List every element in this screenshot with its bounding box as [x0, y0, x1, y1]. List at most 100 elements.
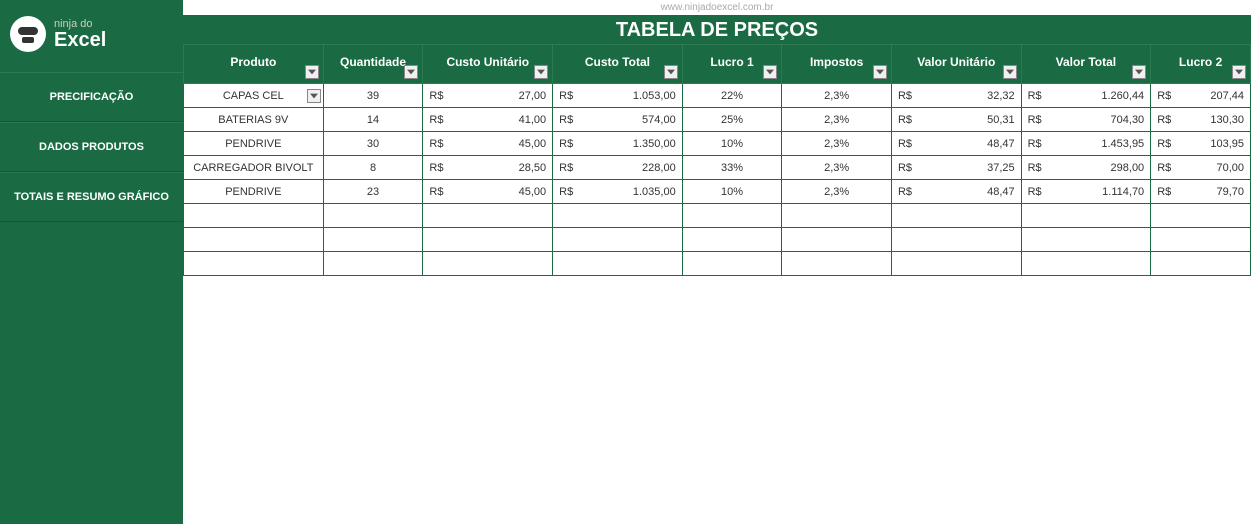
cell-lucro2[interactable]: R$207,44	[1151, 84, 1251, 108]
empty-cell[interactable]	[682, 252, 782, 276]
empty-cell[interactable]	[323, 228, 423, 252]
cell-custo-total[interactable]: R$574,00	[553, 108, 683, 132]
filter-dropdown-icon[interactable]	[1232, 65, 1246, 79]
column-header: Quantidade	[323, 45, 423, 84]
cell-custo-unitario[interactable]: R$41,00	[423, 108, 553, 132]
filter-dropdown-icon[interactable]	[664, 65, 678, 79]
cell-impostos[interactable]: 2,3%	[782, 108, 892, 132]
empty-cell[interactable]	[553, 252, 683, 276]
cell-produto[interactable]: PENDRIVE	[184, 180, 324, 204]
empty-cell[interactable]	[1151, 204, 1251, 228]
empty-cell[interactable]	[553, 228, 683, 252]
cell-produto[interactable]: BATERIAS 9V	[184, 108, 324, 132]
cell-lucro2[interactable]: R$79,70	[1151, 180, 1251, 204]
cell-lucro1[interactable]: 10%	[682, 180, 782, 204]
cell-custo-total[interactable]: R$228,00	[553, 156, 683, 180]
cell-custo-total[interactable]: R$1.350,00	[553, 132, 683, 156]
filter-dropdown-icon[interactable]	[763, 65, 777, 79]
cell-quantidade[interactable]: 23	[323, 180, 423, 204]
cell-produto[interactable]: CARREGADOR BIVOLT	[184, 156, 324, 180]
empty-cell[interactable]	[682, 228, 782, 252]
empty-cell[interactable]	[184, 228, 324, 252]
empty-cell[interactable]	[891, 228, 1021, 252]
cell-custo-total[interactable]: R$1.035,00	[553, 180, 683, 204]
cell-quantidade[interactable]: 14	[323, 108, 423, 132]
cell-custo-unitario[interactable]: R$28,50	[423, 156, 553, 180]
cell-lucro2[interactable]: R$70,00	[1151, 156, 1251, 180]
cell-quantidade[interactable]: 8	[323, 156, 423, 180]
nav-precificacao[interactable]: PRECIFICAÇÃO	[0, 72, 183, 122]
filter-dropdown-icon[interactable]	[534, 65, 548, 79]
cell-produto[interactable]: PENDRIVE	[184, 132, 324, 156]
cell-valor-total[interactable]: R$704,30	[1021, 108, 1151, 132]
empty-cell[interactable]	[184, 252, 324, 276]
empty-cell[interactable]	[891, 204, 1021, 228]
currency-value: R$298,00	[1028, 162, 1145, 174]
currency-value: R$48,47	[898, 138, 1015, 150]
empty-cell[interactable]	[1151, 252, 1251, 276]
empty-cell[interactable]	[423, 204, 553, 228]
currency-value: R$1.260,44	[1028, 90, 1145, 102]
cell-impostos[interactable]: 2,3%	[782, 180, 892, 204]
table-row-empty	[184, 204, 1251, 228]
cell-custo-unitario[interactable]: R$45,00	[423, 132, 553, 156]
brand-top: ninja do	[54, 19, 106, 30]
empty-cell[interactable]	[423, 252, 553, 276]
filter-dropdown-icon[interactable]	[873, 65, 887, 79]
cell-valor-total[interactable]: R$1.114,70	[1021, 180, 1151, 204]
column-header: Custo Unitário	[423, 45, 553, 84]
cell-lucro2[interactable]: R$103,95	[1151, 132, 1251, 156]
empty-cell[interactable]	[782, 204, 892, 228]
cell-valor-total[interactable]: R$1.260,44	[1021, 84, 1151, 108]
cell-impostos[interactable]: 2,3%	[782, 84, 892, 108]
cell-custo-unitario[interactable]: R$27,00	[423, 84, 553, 108]
cell-lucro1[interactable]: 25%	[682, 108, 782, 132]
filter-dropdown-icon[interactable]	[1003, 65, 1017, 79]
cell-valor-unitario[interactable]: R$32,32	[891, 84, 1021, 108]
cell-custo-total[interactable]: R$1.053,00	[553, 84, 683, 108]
cell-lucro2[interactable]: R$130,30	[1151, 108, 1251, 132]
cell-dropdown-icon[interactable]	[307, 89, 321, 103]
currency-value: R$228,00	[559, 162, 676, 174]
header-label: Valor Total	[1056, 55, 1116, 69]
cell-valor-unitario[interactable]: R$37,25	[891, 156, 1021, 180]
cell-valor-unitario[interactable]: R$48,47	[891, 132, 1021, 156]
nav-totais-resumo[interactable]: TOTAIS E RESUMO GRÁFICO	[0, 172, 183, 222]
cell-valor-total[interactable]: R$1.453,95	[1021, 132, 1151, 156]
empty-cell[interactable]	[782, 252, 892, 276]
cell-valor-total[interactable]: R$298,00	[1021, 156, 1151, 180]
empty-cell[interactable]	[1021, 228, 1151, 252]
empty-cell[interactable]	[1021, 252, 1151, 276]
cell-valor-unitario[interactable]: R$50,31	[891, 108, 1021, 132]
empty-cell[interactable]	[1021, 204, 1151, 228]
currency-value: R$1.350,00	[559, 138, 676, 150]
cell-lucro1[interactable]: 33%	[682, 156, 782, 180]
empty-cell[interactable]	[891, 252, 1021, 276]
filter-dropdown-icon[interactable]	[305, 65, 319, 79]
cell-lucro1[interactable]: 10%	[682, 132, 782, 156]
filter-dropdown-icon[interactable]	[1132, 65, 1146, 79]
cell-impostos[interactable]: 2,3%	[782, 156, 892, 180]
empty-cell[interactable]	[682, 204, 782, 228]
cell-quantidade[interactable]: 30	[323, 132, 423, 156]
brand-text: ninja do Excel	[54, 19, 106, 50]
cell-valor-unitario[interactable]: R$48,47	[891, 180, 1021, 204]
empty-cell[interactable]	[1151, 228, 1251, 252]
cell-impostos[interactable]: 2,3%	[782, 132, 892, 156]
empty-cell[interactable]	[323, 204, 423, 228]
cell-custo-unitario[interactable]: R$45,00	[423, 180, 553, 204]
empty-cell[interactable]	[782, 228, 892, 252]
nav-dados-produtos[interactable]: DADOS PRODUTOS	[0, 122, 183, 172]
currency-value: R$45,00	[429, 186, 546, 198]
currency-value: R$41,00	[429, 114, 546, 126]
filter-dropdown-icon[interactable]	[404, 65, 418, 79]
empty-cell[interactable]	[184, 204, 324, 228]
currency-value: R$574,00	[559, 114, 676, 126]
column-header: Valor Unitário	[891, 45, 1021, 84]
empty-cell[interactable]	[323, 252, 423, 276]
empty-cell[interactable]	[553, 204, 683, 228]
cell-lucro1[interactable]: 22%	[682, 84, 782, 108]
cell-quantidade[interactable]: 39	[323, 84, 423, 108]
cell-produto[interactable]: CAPAS CEL	[184, 84, 324, 108]
empty-cell[interactable]	[423, 228, 553, 252]
